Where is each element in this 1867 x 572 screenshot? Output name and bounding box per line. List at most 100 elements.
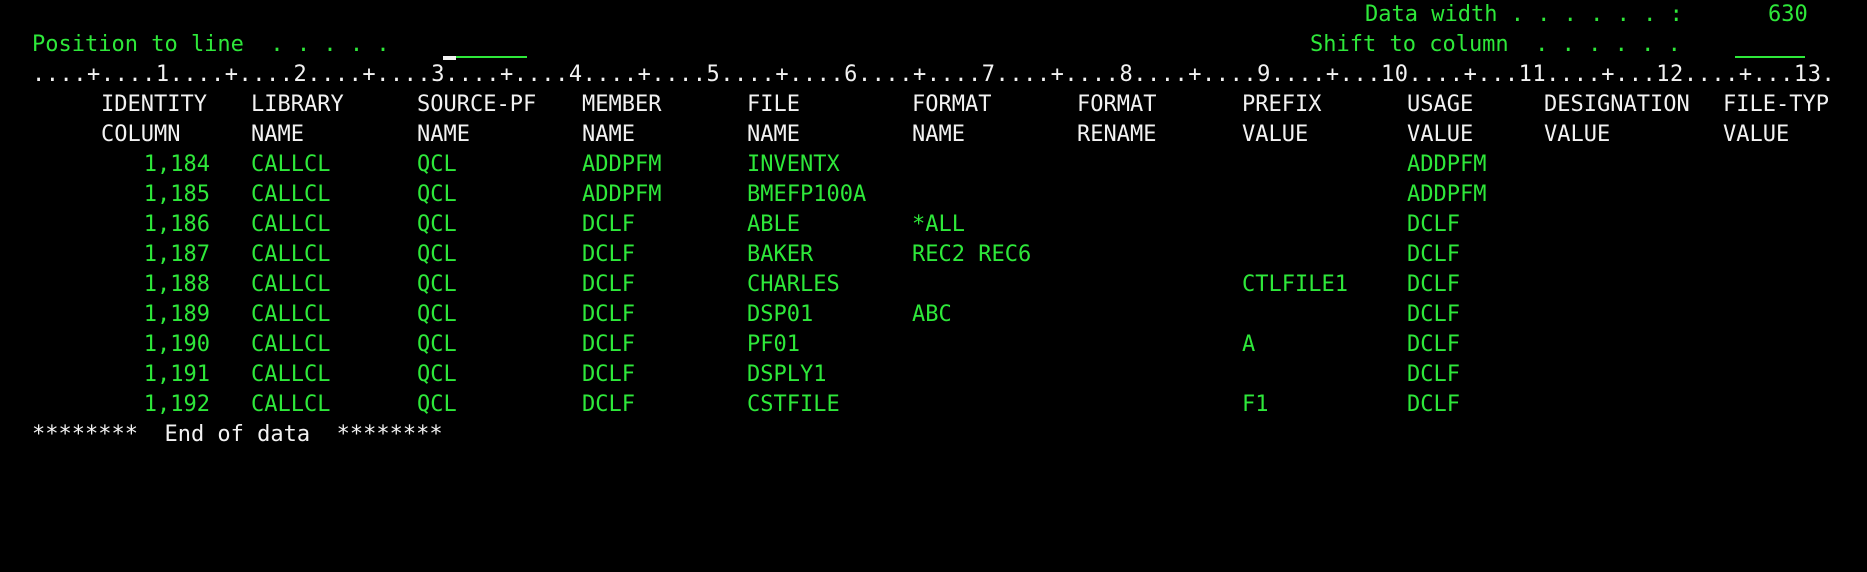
- library-cell: CALLCL: [251, 302, 331, 327]
- identity-cell: 1,187: [143, 242, 210, 267]
- source-pf-cell: QCL: [417, 152, 457, 177]
- table-row: 1,192 CALLCL QCL DCLF CSTFILE F1 DCLF: [0, 390, 1867, 420]
- file-cell: CHARLES: [747, 272, 840, 297]
- heading-format-rename: FORMAT: [1077, 92, 1157, 117]
- library-cell: CALLCL: [251, 392, 331, 417]
- usage-cell: DCLF: [1407, 332, 1460, 357]
- member-cell: DCLF: [582, 392, 635, 417]
- table-row: 1,191 CALLCL QCL DCLF DSPLY1 DCLF: [0, 360, 1867, 390]
- heading-library: LIBRARY: [251, 92, 344, 117]
- heading-source-pf: SOURCE-PF: [417, 92, 537, 117]
- data-width-row: Data width . . . . . . : 630: [0, 0, 1867, 30]
- library-cell: CALLCL: [251, 152, 331, 177]
- heading-source-pf-sub: NAME: [417, 122, 470, 147]
- heading-file-type-sub: VALUE: [1723, 122, 1790, 147]
- file-cell: CSTFILE: [747, 392, 840, 417]
- library-cell: CALLCL: [251, 362, 331, 387]
- end-of-data-row: ******** End of data ********: [0, 420, 1867, 450]
- source-pf-cell: QCL: [417, 272, 457, 297]
- text-cursor: [443, 30, 456, 60]
- heading-file-sub: NAME: [747, 122, 800, 147]
- member-cell: DCLF: [582, 302, 635, 327]
- table-row: 1,184 CALLCL QCL ADDPFM INVENTX ADDPFM: [0, 150, 1867, 180]
- table-row: 1,190 CALLCL QCL DCLF PF01 A DCLF: [0, 330, 1867, 360]
- table-row: 1,186 CALLCL QCL DCLF ABLE *ALL DCLF: [0, 210, 1867, 240]
- file-cell: BAKER: [747, 242, 814, 267]
- end-of-data-marker: ******** End of data ********: [32, 422, 443, 447]
- heading-designation: DESIGNATION: [1544, 92, 1690, 117]
- source-pf-cell: QCL: [417, 212, 457, 237]
- column-headings-1: IDENTITY LIBRARY SOURCE-PF MEMBER FILE F…: [0, 90, 1867, 120]
- heading-prefix: PREFIX: [1242, 92, 1322, 117]
- library-cell: CALLCL: [251, 212, 331, 237]
- column-ruler: ....+....1....+....2....+....3....+....4…: [0, 60, 1867, 90]
- usage-cell: DCLF: [1407, 242, 1460, 267]
- prefix-cell: CTLFILE1: [1242, 272, 1348, 297]
- identity-cell: 1,191: [143, 362, 210, 387]
- usage-cell: ADDPFM: [1407, 182, 1487, 207]
- table-row: 1,188 CALLCL QCL DCLF CHARLES CTLFILE1 DCLF: [0, 270, 1867, 300]
- terminal-screen: Data width . . . . . . : 630 Position to…: [0, 0, 1867, 572]
- heading-usage: USAGE: [1407, 92, 1474, 117]
- heading-format: FORMAT: [912, 92, 992, 117]
- heading-prefix-sub: VALUE: [1242, 122, 1309, 147]
- file-cell: DSPLY1: [747, 362, 827, 387]
- member-cell: DCLF: [582, 362, 635, 387]
- prefix-cell: F1: [1242, 392, 1269, 417]
- ruler-text: ....+....1....+....2....+....3....+....4…: [32, 62, 1836, 87]
- member-cell: DCLF: [582, 332, 635, 357]
- usage-cell: ADDPFM: [1407, 152, 1487, 177]
- source-pf-cell: QCL: [417, 242, 457, 267]
- identity-cell: 1,184: [143, 152, 210, 177]
- position-to-line-label: Position to line . . . . .: [32, 32, 390, 57]
- usage-cell: DCLF: [1407, 272, 1460, 297]
- heading-library-sub: NAME: [251, 122, 304, 147]
- table-row: 1,187 CALLCL QCL DCLF BAKER REC2 REC6 DCLF: [0, 240, 1867, 270]
- format-cell: REC2 REC6: [912, 242, 1032, 267]
- identity-cell: 1,186: [143, 212, 210, 237]
- source-pf-cell: QCL: [417, 392, 457, 417]
- source-pf-cell: QCL: [417, 362, 457, 387]
- prefix-cell: A: [1242, 332, 1256, 357]
- heading-file: FILE: [747, 92, 800, 117]
- member-cell: DCLF: [582, 242, 635, 267]
- usage-cell: DCLF: [1407, 362, 1460, 387]
- source-pf-cell: QCL: [417, 182, 457, 207]
- identity-cell: 1,189: [143, 302, 210, 327]
- identity-cell: 1,188: [143, 272, 210, 297]
- heading-format-rename-sub: RENAME: [1077, 122, 1157, 147]
- table-row: 1,185 CALLCL QCL ADDPFM BMEFP100A ADDPFM: [0, 180, 1867, 210]
- heading-member: MEMBER: [582, 92, 662, 117]
- file-cell: DSP01: [747, 302, 814, 327]
- library-cell: CALLCL: [251, 332, 331, 357]
- format-cell: ABC: [912, 302, 952, 327]
- heading-format-sub: NAME: [912, 122, 965, 147]
- member-cell: DCLF: [582, 212, 635, 237]
- member-cell: ADDPFM: [582, 152, 662, 177]
- usage-cell: DCLF: [1407, 392, 1460, 417]
- shift-to-column-input[interactable]: [1735, 30, 1805, 58]
- heading-identity: IDENTITY: [101, 92, 207, 117]
- source-pf-cell: QCL: [417, 302, 457, 327]
- shift-to-column-label: Shift to column . . . . . .: [1310, 32, 1681, 57]
- file-cell: BMEFP100A: [747, 182, 867, 207]
- data-width-label: Data width . . . . . . :: [1365, 2, 1683, 27]
- usage-cell: DCLF: [1407, 302, 1460, 327]
- heading-designation-sub: VALUE: [1544, 122, 1611, 147]
- heading-usage-sub: VALUE: [1407, 122, 1474, 147]
- usage-cell: DCLF: [1407, 212, 1460, 237]
- identity-cell: 1,190: [143, 332, 210, 357]
- identity-cell: 1,192: [143, 392, 210, 417]
- data-width-value: 630: [1768, 2, 1808, 27]
- member-cell: ADDPFM: [582, 182, 662, 207]
- heading-file-type: FILE-TYP: [1723, 92, 1829, 117]
- table-row: 1,189 CALLCL QCL DCLF DSP01 ABC DCLF: [0, 300, 1867, 330]
- file-cell: INVENTX: [747, 152, 840, 177]
- member-cell: DCLF: [582, 272, 635, 297]
- library-cell: CALLCL: [251, 242, 331, 267]
- position-shift-row: Position to line . . . . . Shift to colu…: [0, 30, 1867, 60]
- source-pf-cell: QCL: [417, 332, 457, 357]
- library-cell: CALLCL: [251, 182, 331, 207]
- format-cell: *ALL: [912, 212, 965, 237]
- file-cell: ABLE: [747, 212, 800, 237]
